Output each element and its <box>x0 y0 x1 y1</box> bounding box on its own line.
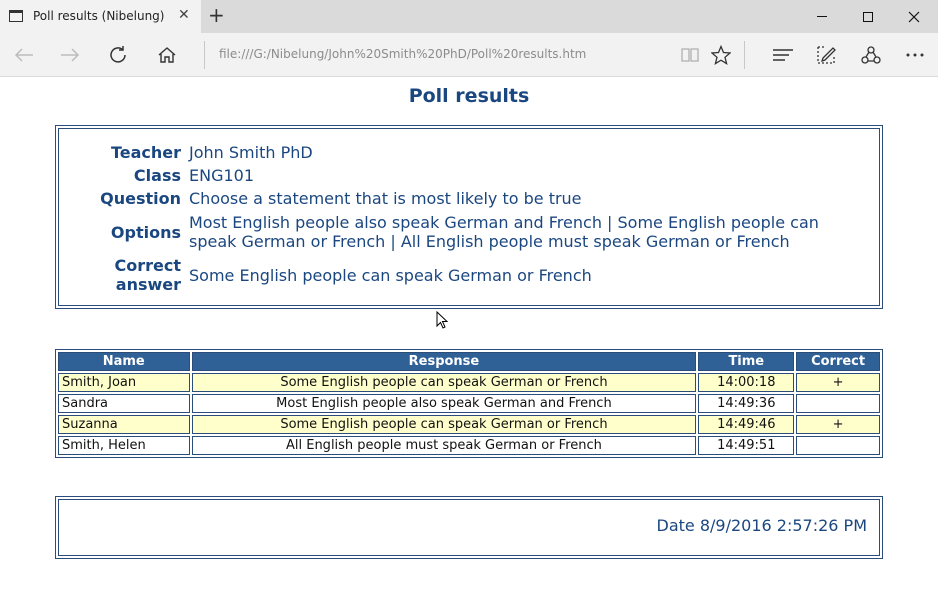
new-tab-button[interactable]: + <box>208 3 225 27</box>
cell-time: 14:49:51 <box>698 436 795 455</box>
class-label: Class <box>133 166 181 185</box>
minimize-icon <box>817 16 827 17</box>
cell-correct: + <box>796 373 880 392</box>
maximize-icon <box>863 11 873 22</box>
address-bar[interactable]: file:///G:/Nibelung/John%20Smith%20PhD/P… <box>219 47 586 61</box>
cell-time: 14:00:18 <box>698 373 795 392</box>
home-icon[interactable] <box>155 43 179 67</box>
reading-view-icon[interactable] <box>678 43 702 67</box>
cell-time: 14:49:36 <box>698 394 795 413</box>
cell-correct <box>796 436 880 455</box>
cell-response: All English people must speak German or … <box>191 436 697 455</box>
table-row: Smith, Joan Some English people can spea… <box>58 373 880 392</box>
maximize-button[interactable] <box>845 0 891 33</box>
poll-info-inner: Teacher John Smith PhD Class ENG101 Ques… <box>58 128 880 306</box>
minimize-button[interactable] <box>799 0 845 33</box>
options-value: Most English people also speak German an… <box>189 213 819 251</box>
more-icon[interactable] <box>903 43 927 67</box>
table-row: Sandra Most English people also speak Ge… <box>58 394 880 413</box>
toolbar-divider <box>204 41 205 69</box>
cell-name: Smith, Helen <box>58 436 190 455</box>
header-name: Name <box>58 352 190 371</box>
share-icon[interactable] <box>859 43 883 67</box>
title-bar: Poll results (Nibelung) ✕ + <box>0 0 938 33</box>
report-date: Date 8/9/2016 2:57:26 PM <box>656 516 868 535</box>
date-inner: Date 8/9/2016 2:57:26 PM <box>58 499 880 556</box>
options-label: Options <box>110 223 181 242</box>
cell-name: Sandra <box>58 394 190 413</box>
browser-toolbar: file:///G:/Nibelung/John%20Smith%20PhD/P… <box>0 33 938 77</box>
correct-answer-value: Some English people can speak German or … <box>189 266 592 285</box>
correct-label-line2: answer <box>115 275 181 294</box>
web-note-icon[interactable] <box>814 43 838 67</box>
table-row: Suzanna Some English people can speak Ge… <box>58 415 880 434</box>
teacher-value: John Smith PhD <box>189 143 313 162</box>
refresh-icon[interactable] <box>106 43 130 67</box>
page-icon <box>9 10 23 22</box>
page-content: Poll results Teacher John Smith PhD Clas… <box>0 78 938 611</box>
mouse-cursor-icon <box>436 311 448 329</box>
correct-label-line1: Correct <box>114 256 182 275</box>
question-value: Choose a statement that is most likely t… <box>189 189 582 208</box>
favorite-star-icon[interactable] <box>709 43 733 67</box>
cell-response: Most English people also speak German an… <box>191 394 697 413</box>
tab-title: Poll results (Nibelung) <box>33 9 165 23</box>
browser-tab[interactable]: Poll results (Nibelung) ✕ <box>0 0 201 33</box>
question-label: Question <box>100 189 181 208</box>
close-window-button[interactable] <box>891 0 937 33</box>
back-icon[interactable] <box>12 43 36 67</box>
cell-response: Some English people can speak German or … <box>191 373 697 392</box>
table-header-row: Name Response Time Correct <box>58 352 880 371</box>
results-table: Name Response Time Correct Smith, Joan S… <box>55 349 883 458</box>
header-response: Response <box>191 352 697 371</box>
cell-correct <box>796 394 880 413</box>
cell-response: Some English people can speak German or … <box>191 415 697 434</box>
header-time: Time <box>698 352 795 371</box>
cell-correct: + <box>796 415 880 434</box>
close-tab-icon[interactable]: ✕ <box>178 7 190 23</box>
header-correct: Correct <box>796 352 880 371</box>
forward-icon[interactable] <box>58 43 82 67</box>
cell-name: Smith, Joan <box>58 373 190 392</box>
table-row: Smith, Helen All English people must spe… <box>58 436 880 455</box>
teacher-label: Teacher <box>110 143 181 162</box>
hub-icon[interactable] <box>771 43 795 67</box>
close-icon <box>908 11 920 22</box>
page-title: Poll results <box>408 85 530 107</box>
cell-time: 14:49:46 <box>698 415 795 434</box>
cell-name: Suzanna <box>58 415 190 434</box>
toolbar-divider-2 <box>744 41 745 69</box>
class-value: ENG101 <box>189 166 255 185</box>
poll-info-box: Teacher John Smith PhD Class ENG101 Ques… <box>55 125 883 309</box>
date-box: Date 8/9/2016 2:57:26 PM <box>55 496 883 559</box>
